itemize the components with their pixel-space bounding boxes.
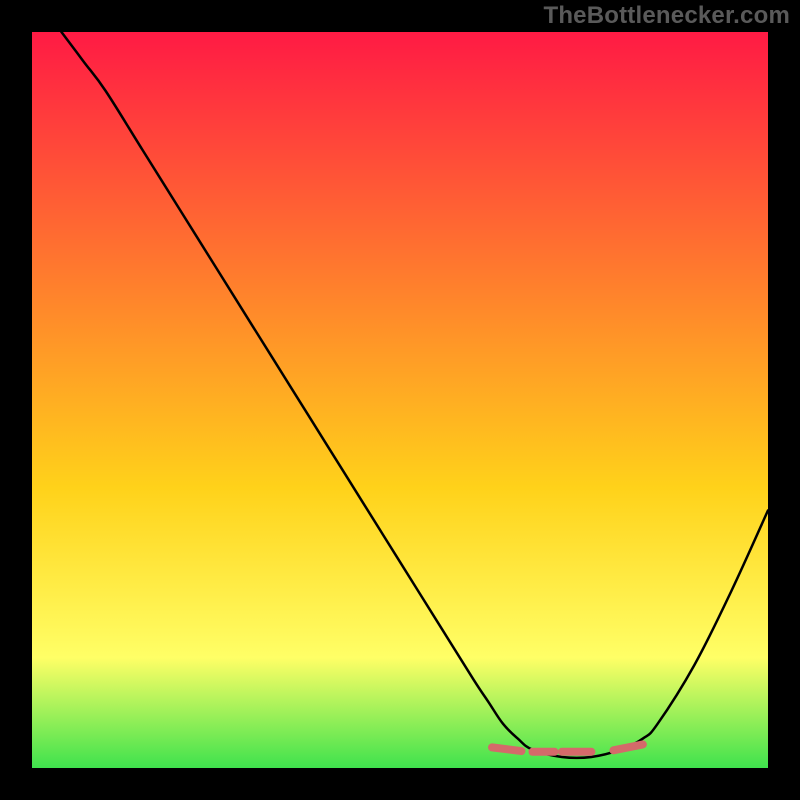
plot-svg [32,32,768,768]
plot-area [32,32,768,768]
highlight-segment-0 [492,747,521,751]
watermark-text: TheBottlenecker.com [543,2,790,30]
outer-frame: TheBottlenecker.com [0,0,800,800]
gradient-background [32,32,768,768]
